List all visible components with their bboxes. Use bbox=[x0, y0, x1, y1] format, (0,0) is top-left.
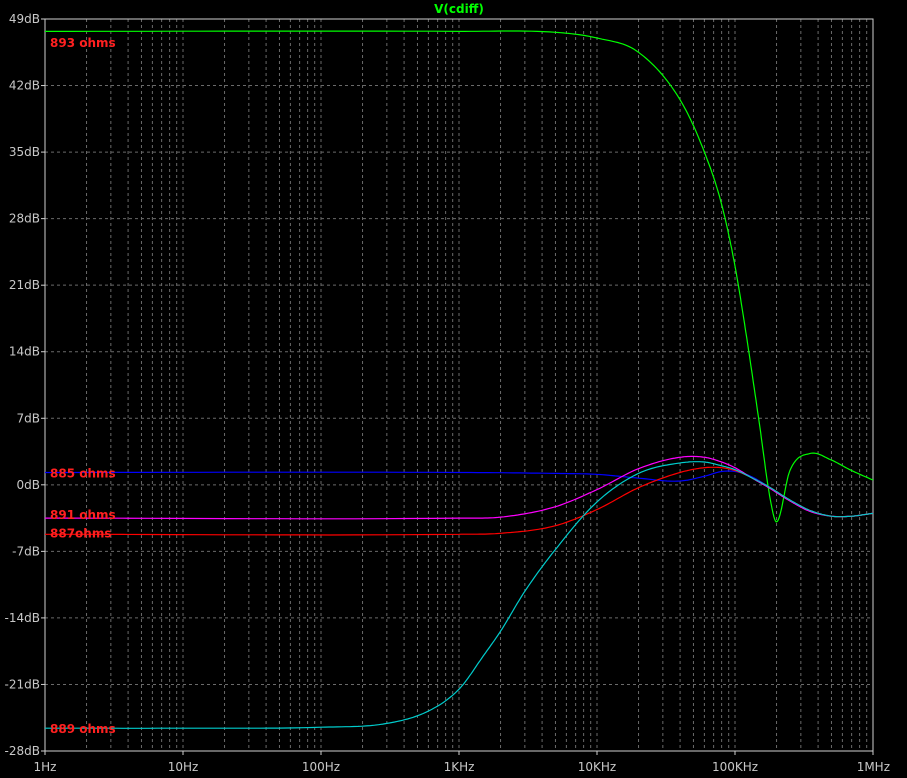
x-tick-label: 100KHz bbox=[712, 760, 758, 774]
x-tick-label: 1KHz bbox=[444, 760, 475, 774]
resistance-label: 885 ohms bbox=[50, 466, 116, 480]
y-tick-label: 35dB bbox=[9, 145, 40, 159]
x-tick-label: 100Hz bbox=[302, 760, 340, 774]
x-tick-label: 10KHz bbox=[578, 760, 616, 774]
y-tick-label: 42dB bbox=[9, 79, 40, 93]
y-tick-label: 49dB bbox=[9, 12, 40, 26]
y-tick-label: 28dB bbox=[9, 212, 40, 226]
resistance-label: 887ohms bbox=[50, 526, 111, 540]
y-tick-label: -28dB bbox=[5, 744, 40, 758]
chart-title: V(cdiff) bbox=[434, 2, 484, 16]
y-tick-label: 0dB bbox=[17, 478, 40, 492]
x-tick-label: 1MHz bbox=[857, 760, 890, 774]
y-tick-label: -7dB bbox=[12, 544, 40, 558]
resistance-label: 893 ohms bbox=[50, 36, 116, 50]
resistance-label: 891 ohms bbox=[50, 508, 116, 522]
bode-plot: V(cdiff) 49dB 42dB 35dB 28dB 21dB 14dB 7dB 0dB -… bbox=[0, 0, 907, 778]
y-tick-label: 14dB bbox=[9, 345, 40, 359]
x-tick-label: 10Hz bbox=[168, 760, 199, 774]
y-tick-label: -21dB bbox=[5, 677, 40, 691]
x-tick-label: 1Hz bbox=[34, 760, 57, 774]
y-tick-label: 21dB bbox=[9, 278, 40, 292]
resistance-label: 889 ohms bbox=[50, 722, 116, 736]
y-tick-label: 7dB bbox=[17, 411, 40, 425]
y-tick-label: -14dB bbox=[5, 611, 40, 625]
